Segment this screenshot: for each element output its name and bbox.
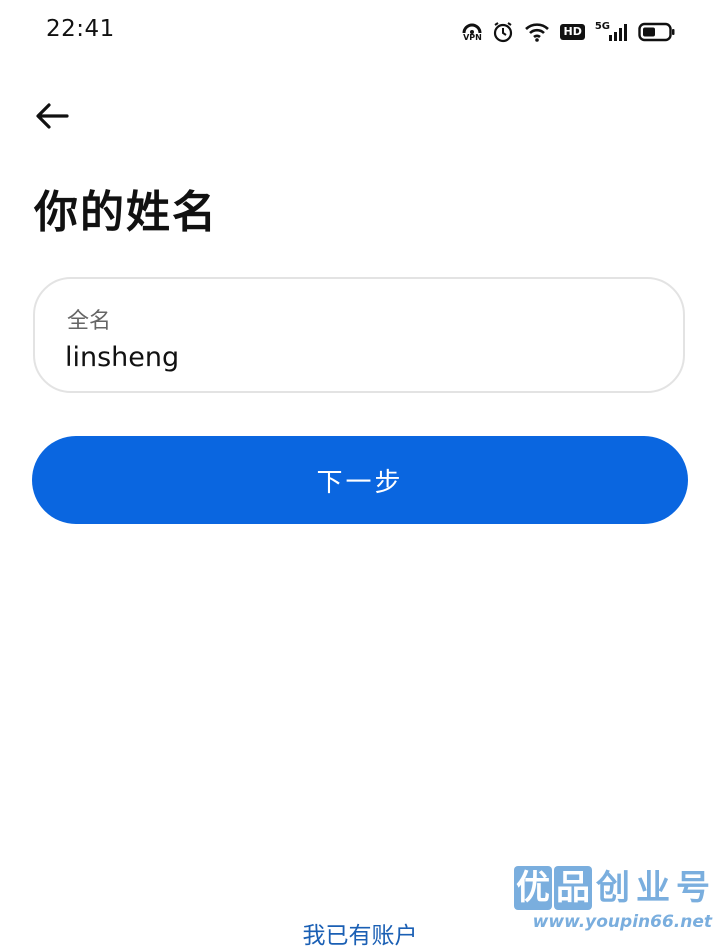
signal-icon: 5G (594, 20, 628, 42)
have-account-link[interactable]: 我已有账户 (0, 916, 720, 950)
full-name-field[interactable]: 全名 (33, 277, 685, 393)
network-label: 5G (594, 20, 610, 32)
full-name-input[interactable] (65, 337, 645, 377)
watermark-logo: 优 品 创 业 号 (512, 866, 712, 910)
vpn-icon: VPN (462, 22, 482, 42)
arrow-left-icon (36, 103, 69, 129)
status-icons: VPN HD 5G (462, 18, 676, 46)
vpn-label: VPN (463, 33, 482, 42)
back-button[interactable] (30, 96, 74, 136)
full-name-label: 全名 (67, 309, 112, 334)
hd-icon: HD (560, 24, 585, 40)
watermark-logo-char: 品 (554, 866, 592, 910)
next-button[interactable]: 下一步 (32, 436, 688, 524)
watermark-logo-char: 创 (596, 868, 630, 908)
battery-icon (638, 22, 676, 42)
status-time: 22:41 (46, 16, 115, 42)
alarm-icon (492, 21, 514, 43)
status-bar: 22:41 VPN HD 5G (0, 0, 720, 64)
watermark-logo-char: 业 (636, 868, 670, 908)
watermark-logo-char: 优 (514, 866, 552, 910)
page-title: 你的姓名 (34, 187, 218, 238)
wifi-icon (524, 22, 550, 42)
watermark-logo-char: 号 (676, 868, 710, 908)
